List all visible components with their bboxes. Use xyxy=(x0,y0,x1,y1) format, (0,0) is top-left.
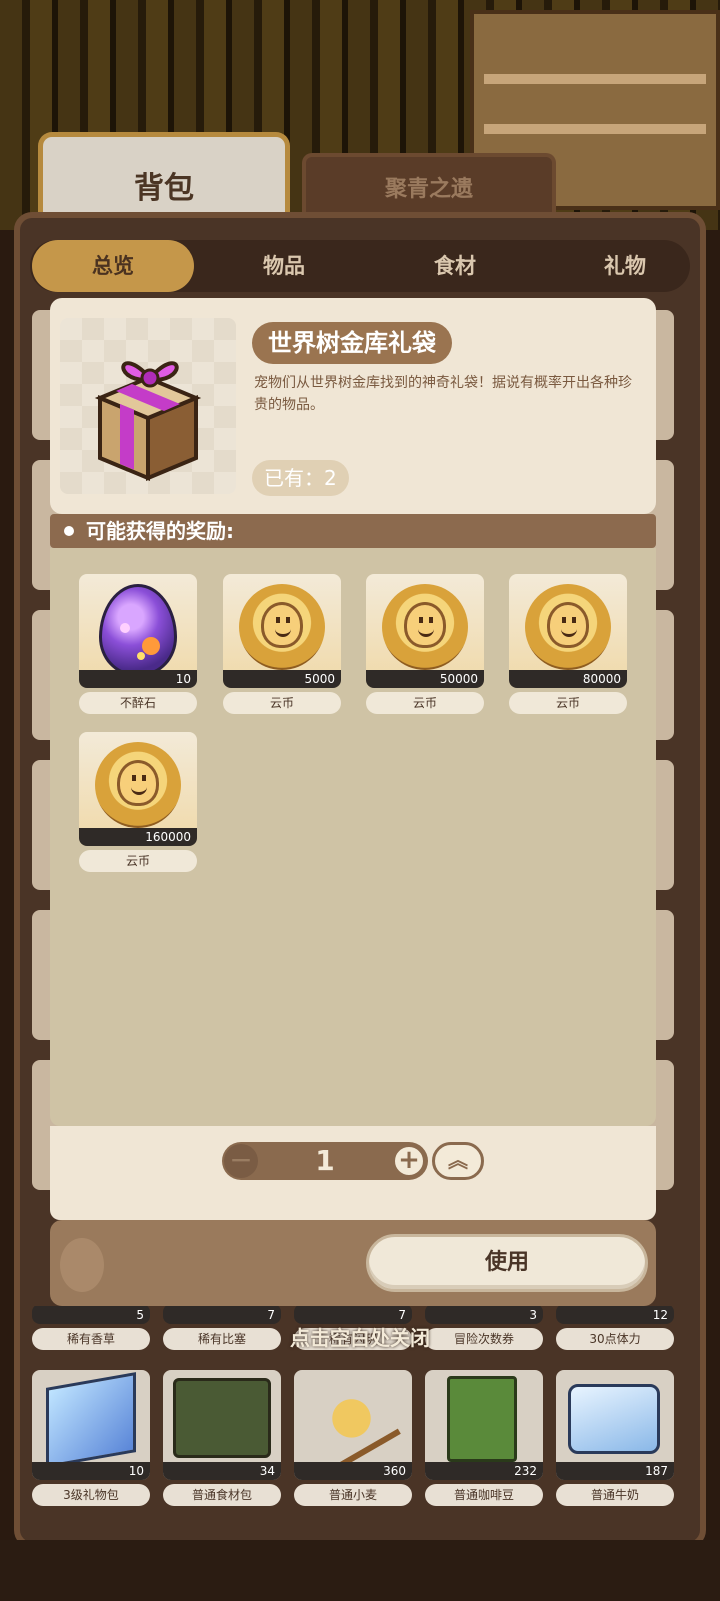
inventory-item[interactable]: 187 普通牛奶 xyxy=(556,1370,674,1506)
reward-qty: 80000 xyxy=(509,670,627,688)
item-description: 宠物们从世界树金库找到的神奇礼袋！据说有概率开出各种珍贵的物品。 xyxy=(254,375,632,413)
reward-item[interactable]: 80000 云币 xyxy=(509,574,627,714)
quantity-value: 1 xyxy=(315,1144,335,1177)
category-label: 总览 xyxy=(92,254,134,278)
item-name: 普通小麦 xyxy=(294,1484,412,1506)
reward-qty: 50000 xyxy=(366,670,484,688)
gift-crystal-icon xyxy=(46,1372,136,1468)
item-name: 3级礼物包 xyxy=(32,1484,150,1506)
quantity-area: − 1 + ︽ xyxy=(50,1126,656,1220)
category-gifts[interactable]: 礼物 xyxy=(550,240,700,292)
inventory-item[interactable]: 360 普通小麦 xyxy=(294,1370,412,1506)
item-picture xyxy=(60,318,236,494)
use-row: 使用 xyxy=(50,1220,656,1306)
inventory-item[interactable]: 34 普通食材包 xyxy=(163,1370,281,1506)
coffee-bean-icon xyxy=(60,1238,104,1292)
wheat-icon xyxy=(305,1373,401,1469)
plus-button[interactable]: + xyxy=(392,1144,426,1178)
category-items[interactable]: 物品 xyxy=(200,240,368,292)
category-label: 物品 xyxy=(263,254,305,278)
item-qty: 10 xyxy=(32,1462,150,1480)
coin-icon xyxy=(382,584,468,670)
category-overview[interactable]: 总览 xyxy=(32,240,194,292)
tab-collection-label: 聚青之遗 xyxy=(384,177,473,202)
bullet-icon xyxy=(64,525,74,536)
inventory-item[interactable]: 232 普通咖啡豆 xyxy=(425,1370,543,1506)
reward-item[interactable]: 160000 云币 xyxy=(79,732,197,872)
category-bar: 总览 物品 食材 礼物 xyxy=(30,240,690,292)
category-label: 食材 xyxy=(434,254,476,278)
item-name: 普通食材包 xyxy=(163,1484,281,1506)
inventory-item[interactable]: 10 3级礼物包 xyxy=(32,1370,150,1506)
rewards-grid: 10 不醉石 5000 云币 50000 云币 80000 云币 160000 … xyxy=(50,548,656,1126)
suitcase-icon xyxy=(173,1378,271,1458)
reward-name: 云币 xyxy=(509,692,627,714)
rewards-header: 可能获得的奖励: xyxy=(50,514,656,548)
item-name: 普通牛奶 xyxy=(556,1484,674,1506)
reward-name: 云币 xyxy=(366,692,484,714)
reward-item[interactable]: 5000 云币 xyxy=(223,574,341,714)
gem-egg-icon xyxy=(99,584,177,676)
reward-name: 云币 xyxy=(79,850,197,872)
reward-item[interactable]: 50000 云币 xyxy=(366,574,484,714)
item-title: 世界树金库礼袋 xyxy=(252,322,452,364)
minus-button[interactable]: − xyxy=(224,1144,258,1178)
tab-backpack[interactable]: 背包 xyxy=(38,132,290,222)
bottom-bar xyxy=(0,1540,720,1601)
gift-box-icon xyxy=(94,361,202,481)
reward-item[interactable]: 10 不醉石 xyxy=(79,574,197,714)
item-qty: 187 xyxy=(556,1462,674,1480)
reward-name: 不醉石 xyxy=(79,692,197,714)
owned-count: 已有：2 xyxy=(252,460,349,496)
max-button[interactable]: ︽ xyxy=(432,1142,484,1180)
item-qty: 34 xyxy=(163,1462,281,1480)
tab-backpack-label: 背包 xyxy=(134,171,194,206)
close-hint[interactable]: 点击空白处关闭 xyxy=(0,1322,720,1351)
item-name: 普通咖啡豆 xyxy=(425,1484,543,1506)
rewards-header-label: 可能获得的奖励: xyxy=(86,519,234,543)
category-label: 礼物 xyxy=(604,254,646,278)
item-qty: 360 xyxy=(294,1462,412,1480)
reward-qty: 10 xyxy=(79,670,197,688)
tab-collection[interactable]: 聚青之遗 xyxy=(302,153,556,219)
reward-name: 云币 xyxy=(223,692,341,714)
item-detail-card: 世界树金库礼袋 宠物们从世界树金库找到的神奇礼袋！据说有概率开出各种珍贵的物品。… xyxy=(50,298,656,514)
category-ingredients[interactable]: 食材 xyxy=(370,240,540,292)
coffee-bag-icon xyxy=(447,1376,517,1462)
reward-qty: 160000 xyxy=(79,828,197,846)
coin-icon xyxy=(525,584,611,670)
coin-icon xyxy=(95,742,181,828)
use-button[interactable]: 使用 xyxy=(366,1234,648,1292)
milk-icon xyxy=(568,1384,660,1454)
reward-qty: 5000 xyxy=(223,670,341,688)
item-qty: 232 xyxy=(425,1462,543,1480)
quantity-stepper: − 1 + xyxy=(222,1142,428,1180)
coin-icon xyxy=(239,584,325,670)
